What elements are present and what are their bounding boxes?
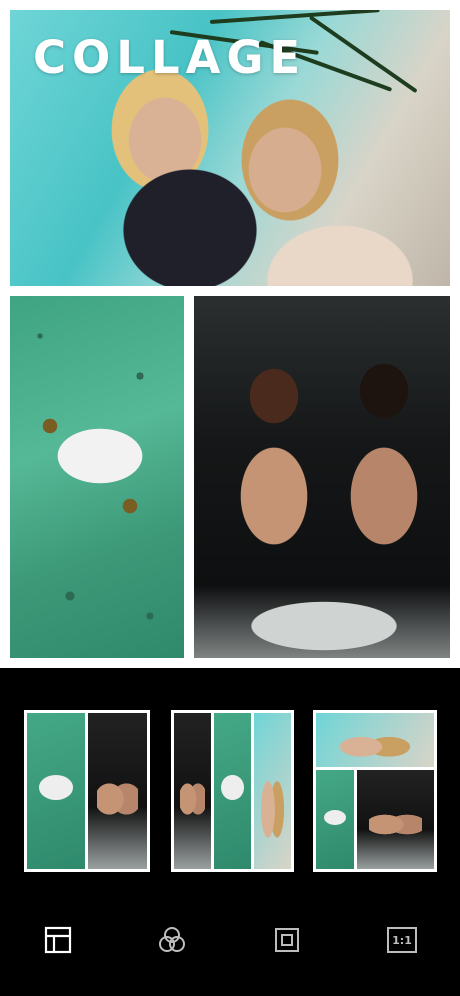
- layout-cell: [174, 713, 211, 869]
- border-tool-button[interactable]: [267, 920, 307, 960]
- layout-cell: [316, 770, 354, 869]
- layout-cell: [27, 713, 85, 869]
- filters-icon: [159, 927, 185, 952]
- palm-leaf: [209, 10, 380, 24]
- layout-two-columns[interactable]: [24, 710, 150, 872]
- bottom-toolbar: 1:1: [0, 898, 460, 996]
- border-icon: [275, 928, 299, 952]
- layout-cell: [214, 713, 251, 869]
- layout-picker: [0, 668, 460, 898]
- collage-canvas: COLLAGE: [0, 0, 460, 668]
- aspect-ratio-label: 1:1: [392, 933, 412, 947]
- layout-icon: [44, 926, 72, 954]
- women-in-car-trunk-photo[interactable]: [194, 296, 450, 658]
- pool-float-aerial-photo[interactable]: [10, 296, 184, 658]
- aspect-ratio-icon: 1:1: [387, 927, 417, 953]
- layout-cell: [254, 713, 291, 869]
- layout-cell: [316, 713, 434, 767]
- layout-tool-button[interactable]: [38, 920, 78, 960]
- layout-top-banner-two-bottom[interactable]: [313, 710, 437, 872]
- layout-three-strips[interactable]: [171, 710, 294, 872]
- collage-title: COLLAGE: [33, 31, 307, 84]
- aspect-ratio-tool-button[interactable]: 1:1: [382, 920, 422, 960]
- layout-cell: [357, 770, 434, 869]
- layout-cell: [88, 713, 147, 869]
- filters-tool-button[interactable]: [152, 920, 192, 960]
